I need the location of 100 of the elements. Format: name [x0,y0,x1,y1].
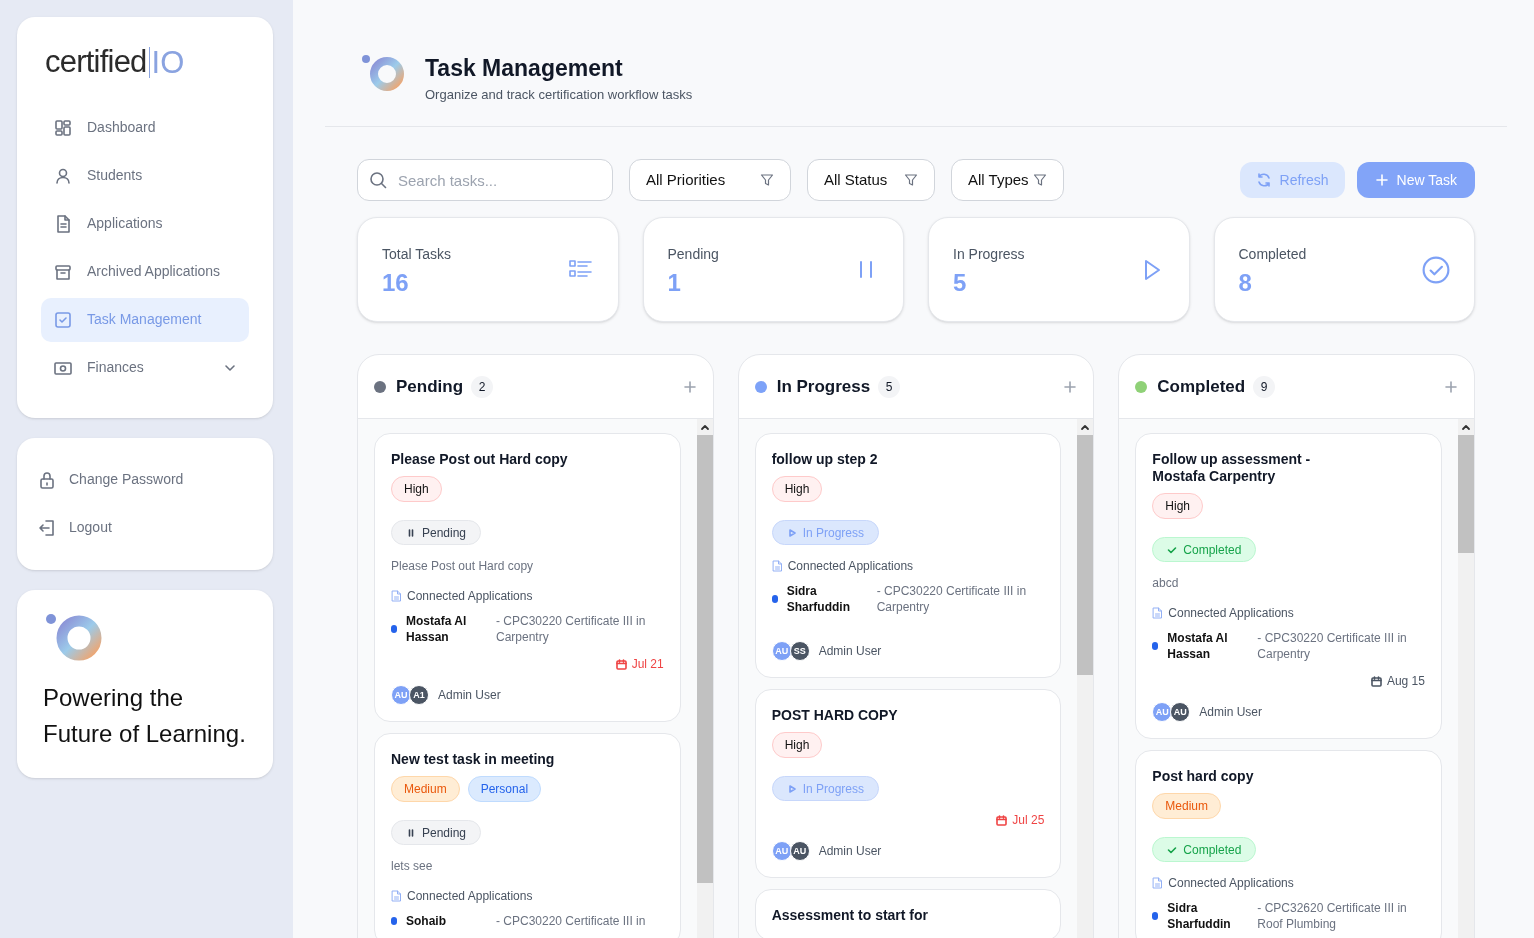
nav-item[interactable]: Archived Applications [41,249,249,294]
priority-tag: High [771,476,823,503]
plus-icon [1374,173,1389,188]
stat-label: Completed [1238,245,1307,265]
avatar: SS [789,641,810,662]
student-name: Sidra Sharfuddin [1167,900,1232,933]
task-title: Post hard copy [1152,768,1255,786]
status-pill: Pending [391,820,482,846]
task-title: follow up step 2 [771,451,879,469]
add-card-button[interactable] [682,379,697,394]
bullet-icon [391,625,397,634]
lock-icon [37,469,57,490]
plus-icon [682,379,697,394]
calendar-icon [996,814,1008,826]
logout-icon [37,517,57,538]
count-badge: 2 [471,375,494,398]
check-circle-icon [1422,255,1450,284]
stat-value: 5 [953,271,968,296]
status-pill: In Progress [771,776,879,802]
due-date: Jul 21 [615,655,664,674]
document-icon [1152,877,1164,890]
assignee-name: Admin User [818,643,882,661]
page-subtitle: Organize and track certification workflow tasks [425,85,693,104]
bullet-icon [1152,912,1159,921]
assignee-name: Admin User [1199,704,1262,722]
due-date: Aug 15 [1370,672,1425,691]
calendar-icon [1370,675,1382,687]
nav-item[interactable]: Finances [41,345,249,390]
priority-tag: Medium [391,776,460,803]
student-name: Mostafa Al Hassan [1167,630,1229,663]
stat-value: 1 [667,271,682,296]
grid-icon [53,117,73,138]
task-title: Assessment to start for [771,907,930,925]
column-title: Completed [1157,376,1246,398]
calendar-icon [615,658,627,670]
avatar: AU [391,685,411,706]
column-title: Pending [396,376,464,398]
task-title: POST HARD COPY [771,707,899,725]
bullet-icon [771,595,778,604]
filter-icon [904,173,918,188]
checkbox-icon [53,309,73,330]
priority-tag: Personal [467,776,542,803]
scrollbar-thumb[interactable] [1077,435,1094,676]
account-item[interactable]: Change Password [37,455,253,504]
course-name: - CPC30220 Certificate III in Carpentry [1257,630,1408,663]
stat-value: 8 [1238,271,1253,296]
plus-icon [1444,379,1458,394]
section-label: Connected Applications [407,888,533,906]
stat-label: Pending [667,245,719,265]
document-icon [391,590,402,603]
plus-icon [1063,379,1078,394]
student-name: Sohaib [406,913,447,930]
priority-tag: High [771,732,823,759]
document-icon [391,890,402,903]
priority-tag: High [1152,493,1203,520]
section-label: Connected Applications [1168,875,1294,893]
bullet-icon [391,917,397,926]
status-pill: In Progress [771,520,879,546]
add-card-button[interactable] [1063,379,1078,394]
task-title: Follow up assessment - Mostafa Carpentry [1152,451,1312,486]
document-icon [1152,607,1164,620]
task-description: abcd [1152,575,1180,593]
nav-item[interactable]: Applications [41,201,249,246]
priority-tag: Medium [1152,793,1221,820]
avatar: AU [771,841,792,862]
play-icon [786,783,797,794]
filter-dropdown[interactable]: All Status [807,159,935,202]
course-name: - CPC30220 Certificate III in Carpentry [496,613,647,646]
section-label: Connected Applications [1168,605,1294,623]
course-name: - CPC32620 Certificate III in Roof Plumbing [1257,900,1408,933]
nav-item[interactable]: Students [41,153,249,198]
refresh-icon [1255,172,1272,189]
check-icon [1167,544,1178,555]
nav-item[interactable]: Dashboard [41,105,249,150]
section-label: Connected Applications [787,558,914,576]
document-icon [771,560,783,573]
count-badge: 5 [878,375,901,398]
section-label: Connected Applications [407,588,533,606]
avatar: AU [1170,702,1191,723]
search-field[interactable]: Search tasks... [357,159,613,202]
stat-value: 16 [382,271,410,296]
stat-label: In Progress [953,245,1025,265]
logo-suffix: IO [148,46,185,78]
bullet-icon [1152,642,1159,651]
filter-icon [760,173,774,188]
course-name: - CPC30220 Certificate III in [496,913,646,930]
scrollbar-thumb[interactable] [1458,435,1474,554]
filter-dropdown[interactable]: All Types [951,159,1064,202]
avatar: AU [1152,702,1173,723]
task-title: Please Post out Hard copy [391,451,569,469]
account-item[interactable]: Logout [37,503,253,552]
task-description: lets see [391,858,434,876]
status-pill: Completed [1152,837,1257,863]
avatar: AU [789,841,810,862]
stat-label: Total Tasks [382,245,451,265]
page-title: Task Management [425,54,624,83]
logo-text: certified [45,43,147,81]
column-title: In Progress [776,376,871,398]
add-card-button[interactable] [1444,379,1458,394]
filter-dropdown[interactable]: All Priorities [629,159,791,202]
